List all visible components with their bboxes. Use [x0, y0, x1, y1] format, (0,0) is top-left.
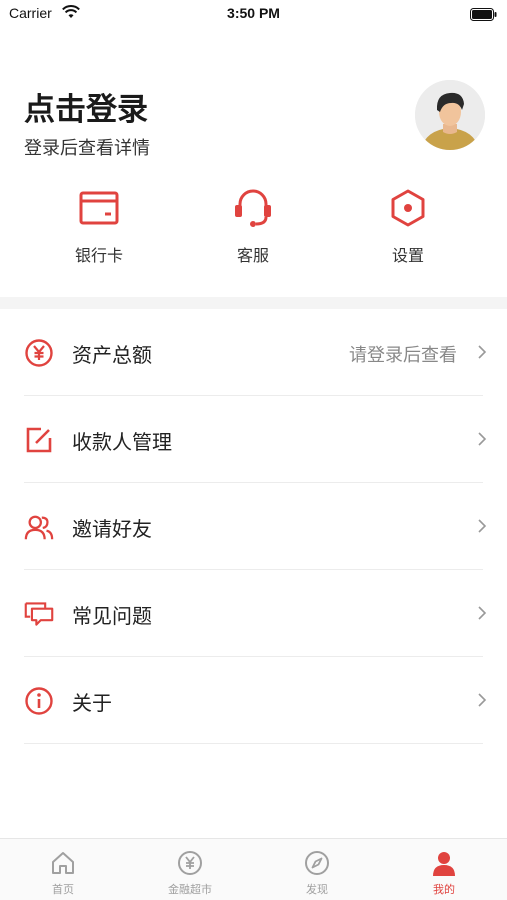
menu-item-about[interactable]: 关于	[0, 657, 507, 744]
info-icon	[24, 686, 54, 716]
menu-item-invite-friends[interactable]: 邀请好友	[0, 483, 507, 570]
login-hint: 请登录后查看	[349, 345, 457, 366]
tab-financial-market[interactable]: 金融超市	[140, 849, 240, 897]
menu-item-faq[interactable]: 常见问题	[0, 570, 507, 657]
headset-icon	[208, 188, 298, 228]
shortcut-label: 客服	[236, 246, 269, 265]
status-time: 3:50 PM	[227, 5, 280, 21]
chevron-right-icon	[477, 344, 487, 364]
login-prompt[interactable]: 点击登录	[24, 84, 148, 129]
menu-list: 资产总额 请登录后查看 收款人管理 邀请好友 常见问题 关于	[0, 309, 507, 744]
person-icon	[394, 849, 494, 877]
menu-item-label: 邀请好友	[72, 517, 152, 541]
menu-item-payee-management[interactable]: 收款人管理	[0, 396, 507, 483]
menu-item-label: 资产总额	[72, 343, 152, 367]
section-divider	[0, 297, 507, 309]
chevron-right-icon	[477, 431, 487, 451]
yen-circle-icon	[140, 849, 240, 877]
tab-label: 金融超市	[168, 883, 212, 896]
menu-item-label: 常见问题	[72, 604, 152, 628]
users-icon	[24, 512, 54, 542]
yen-circle-icon	[24, 338, 54, 368]
login-subtitle: 登录后查看详情	[24, 138, 150, 159]
menu-item-total-assets[interactable]: 资产总额 请登录后查看	[0, 309, 507, 396]
menu-item-label: 关于	[72, 691, 112, 715]
home-icon	[13, 849, 113, 877]
tab-label: 我的	[433, 883, 455, 896]
status-bar: Carrier 3:50 PM	[0, 0, 507, 30]
tab-home[interactable]: 首页	[13, 849, 113, 897]
battery-icon	[470, 6, 497, 25]
tab-bar: 首页 金融超市 发现 我的	[0, 838, 507, 900]
shortcut-label: 设置	[391, 246, 424, 265]
shortcut-settings[interactable]: 设置	[363, 188, 453, 266]
chat-icon	[24, 599, 54, 629]
tab-label: 发现	[306, 883, 328, 896]
settings-hexagon-icon	[363, 188, 453, 228]
avatar[interactable]	[415, 80, 485, 150]
tab-label: 首页	[52, 883, 74, 896]
shortcut-customer-service[interactable]: 客服	[208, 188, 298, 266]
shortcut-label: 银行卡	[74, 246, 123, 265]
bank-card-icon	[54, 188, 144, 228]
menu-item-label: 收款人管理	[72, 430, 172, 454]
chevron-right-icon	[477, 518, 487, 538]
row-divider	[24, 743, 483, 744]
shortcut-bank-card[interactable]: 银行卡	[54, 188, 144, 266]
compass-icon	[267, 849, 367, 877]
chevron-right-icon	[477, 692, 487, 712]
chevron-right-icon	[477, 605, 487, 625]
tab-mine[interactable]: 我的	[394, 849, 494, 897]
tab-discover[interactable]: 发现	[267, 849, 367, 897]
edit-icon	[24, 425, 54, 455]
